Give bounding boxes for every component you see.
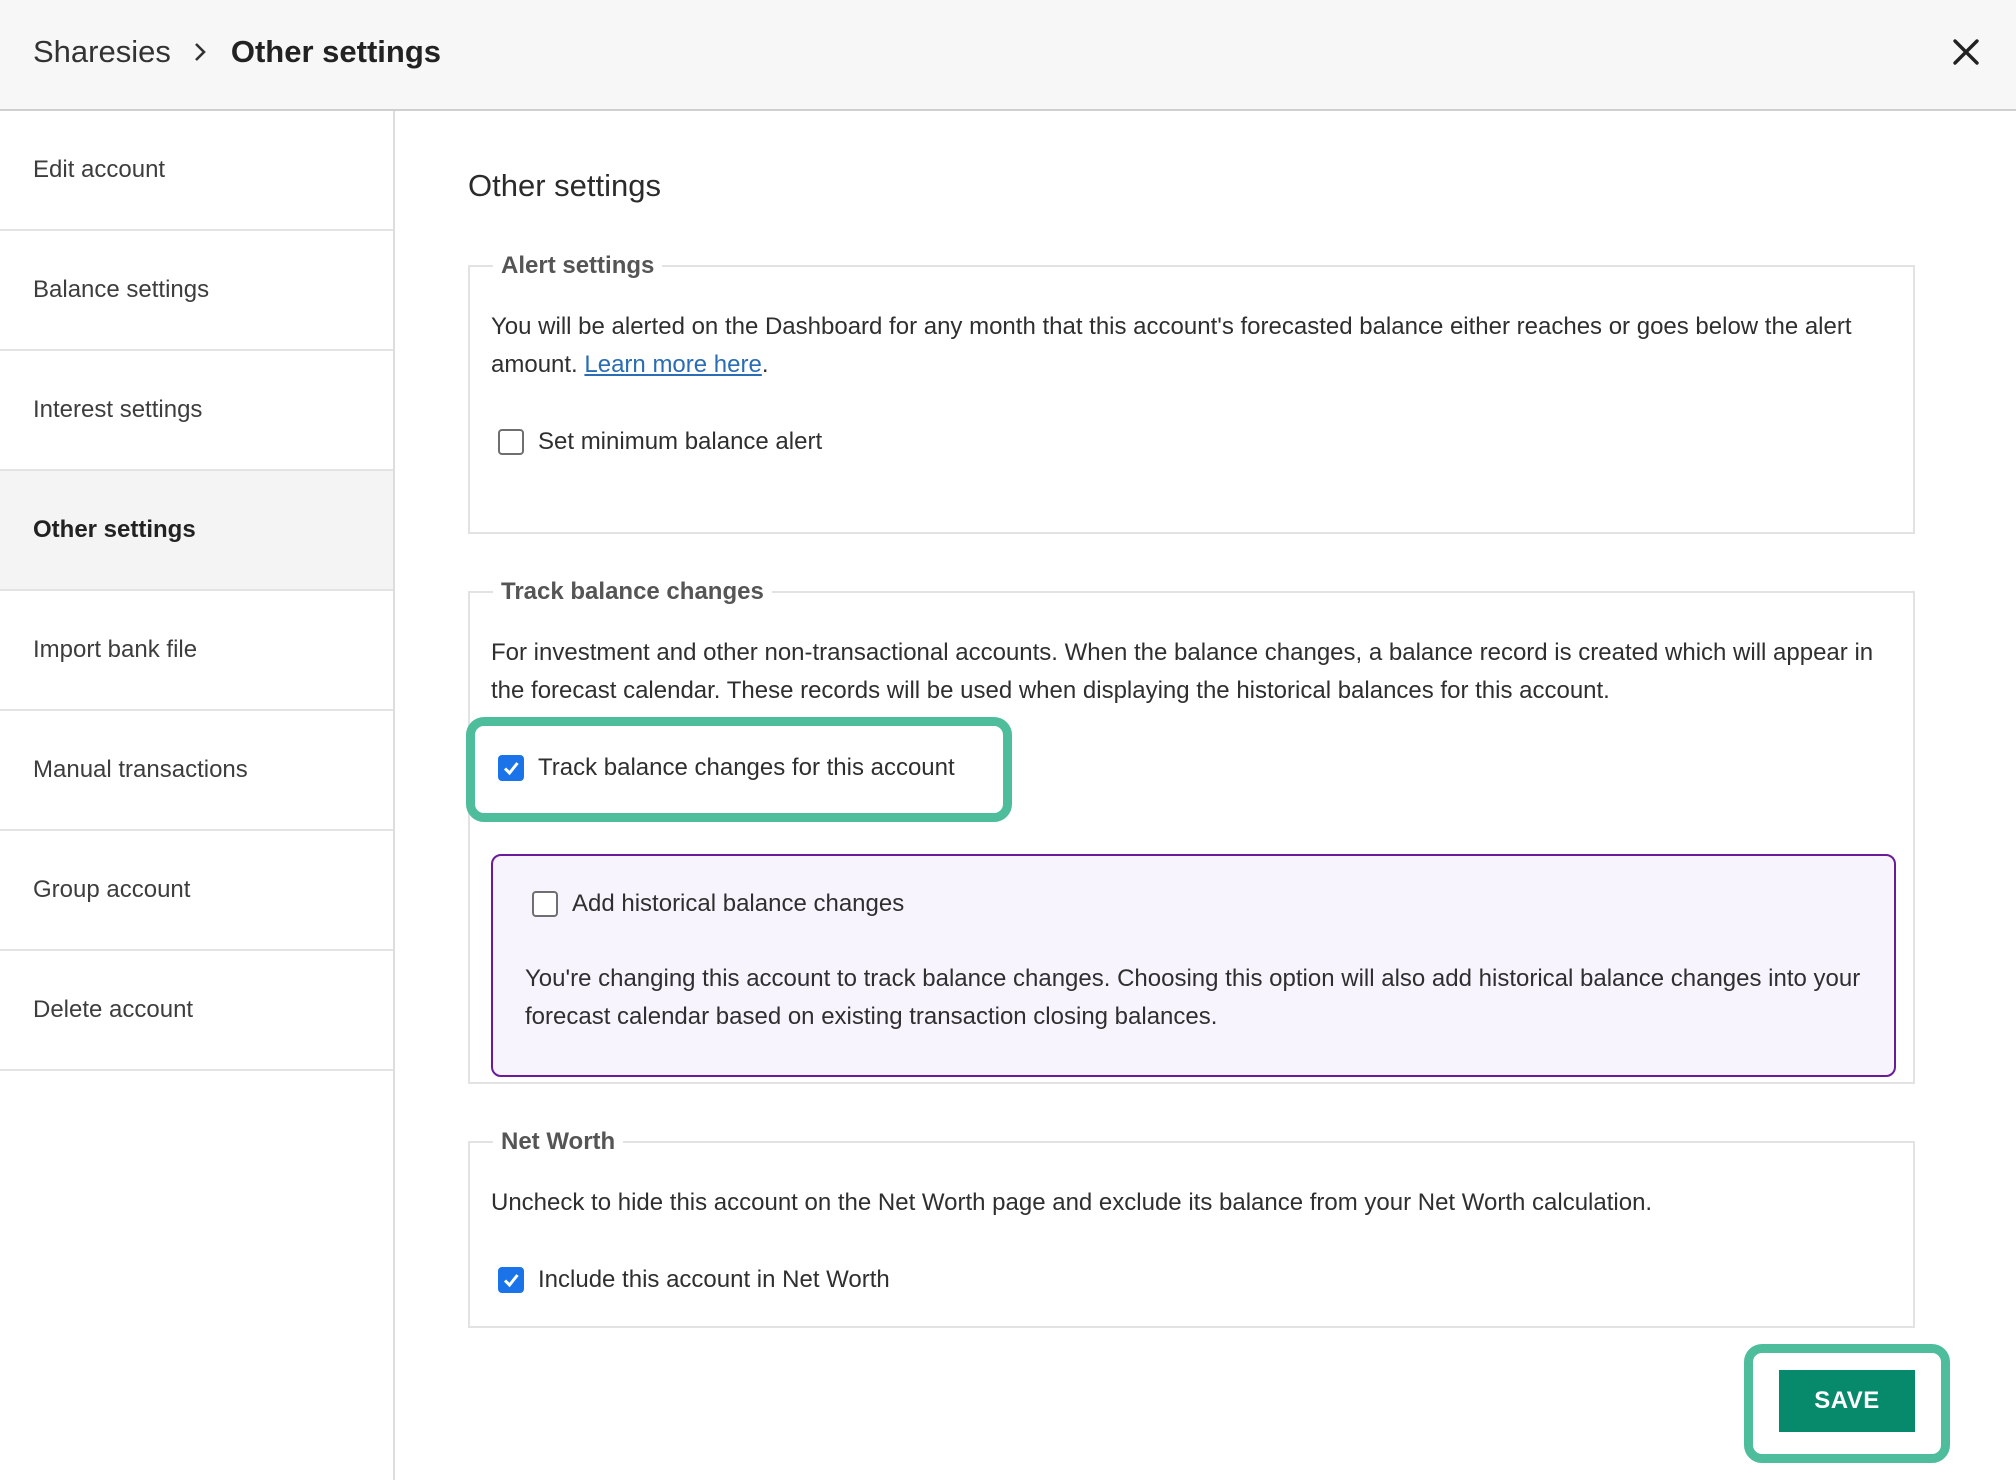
net-worth-label: Include this account in Net Worth (538, 1266, 890, 1293)
checkmark-icon (503, 1274, 519, 1288)
min-balance-alert-checkbox[interactable] (498, 429, 524, 455)
historical-balance-description: You're changing this account to track ba… (525, 965, 1861, 1030)
net-worth-description: Uncheck to hide this account on the Net … (491, 1189, 1653, 1216)
min-balance-alert-label: Set minimum balance alert (538, 428, 823, 455)
chevron-right-icon (193, 41, 207, 63)
close-icon[interactable] (1946, 32, 1986, 72)
sidebar-item-label: Import bank file (33, 636, 198, 663)
breadcrumb-current: Other settings (230, 34, 442, 69)
top-bar: Sharesies Other settings (0, 0, 2016, 111)
track-balance-label: Track balance changes for this account (538, 754, 955, 781)
net-worth-legend: Net Worth (501, 1128, 616, 1155)
net-worth-checkbox[interactable] (498, 1267, 524, 1293)
sidebar-item-label: Delete account (33, 996, 194, 1023)
sidebar-item-manual-transactions[interactable]: Manual transactions (0, 711, 393, 831)
historical-balance-checkbox-row[interactable]: Add historical balance changes (532, 890, 904, 918)
sidebar-item-edit-account[interactable]: Edit account (0, 111, 393, 231)
historical-balance-checkbox[interactable] (532, 891, 558, 917)
min-balance-alert-checkbox-row[interactable]: Set minimum balance alert (498, 428, 1892, 456)
track-balance-description: For investment and other non-transaction… (491, 639, 1874, 704)
historical-balance-panel: Add historical balance changes You're ch… (491, 854, 1896, 1077)
sidebar-item-other-settings[interactable]: Other settings (0, 471, 393, 591)
alert-description: You will be alerted on the Dashboard for… (491, 308, 1892, 384)
sidebar-item-label: Interest settings (33, 396, 203, 423)
sidebar-item-label: Balance settings (33, 276, 210, 303)
sidebar-item-balance-settings[interactable]: Balance settings (0, 231, 393, 351)
historical-balance-label: Add historical balance changes (572, 890, 905, 917)
net-worth-checkbox-row[interactable]: Include this account in Net Worth (498, 1266, 1892, 1294)
track-balance-checkbox[interactable] (498, 755, 524, 781)
breadcrumb: Sharesies Other settings (33, 0, 441, 104)
sidebar-item-delete-account[interactable]: Delete account (0, 951, 393, 1071)
alert-settings-legend: Alert settings (501, 252, 655, 279)
sidebar-item-label: Other settings (33, 516, 196, 543)
checkmark-icon (503, 762, 519, 776)
sidebar-item-label: Edit account (33, 156, 166, 183)
net-worth-section: Net Worth Uncheck to hide this account o… (468, 1128, 1915, 1328)
track-balance-checkbox-row[interactable]: Track balance changes for this account (498, 754, 1892, 782)
sidebar-item-label: Group account (33, 876, 191, 903)
learn-more-link[interactable]: Learn more here (584, 351, 761, 378)
save-button[interactable]: SAVE (1779, 1370, 1915, 1432)
track-balance-section: Track balance changes For investment and… (468, 578, 1915, 1084)
alert-description-end: . (761, 351, 769, 378)
track-balance-legend: Track balance changes (501, 578, 764, 605)
sidebar-item-label: Manual transactions (33, 756, 248, 783)
page-title: Other settings (468, 168, 661, 203)
alert-settings-section: Alert settings You will be alerted on th… (468, 252, 1915, 534)
breadcrumb-root[interactable]: Sharesies (33, 34, 171, 70)
settings-sidebar: Edit account Balance settings Interest s… (0, 111, 395, 1480)
sidebar-item-interest-settings[interactable]: Interest settings (0, 351, 393, 471)
sidebar-item-import-bank-file[interactable]: Import bank file (0, 591, 393, 711)
sidebar-item-group-account[interactable]: Group account (0, 831, 393, 951)
